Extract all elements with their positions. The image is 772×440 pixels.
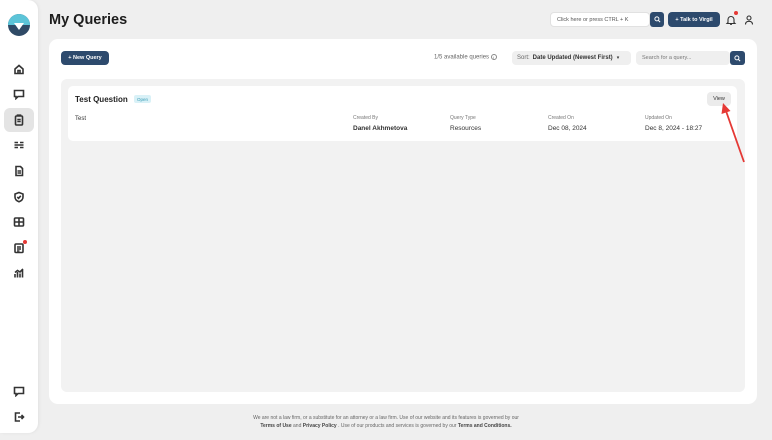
created-by-label: Created By (353, 115, 379, 121)
query-type-value: Resources (450, 125, 482, 132)
search-icon (734, 54, 741, 61)
analytics-icon (14, 268, 24, 278)
home-icon (14, 64, 24, 75)
privacy-policy-link[interactable]: Privacy Policy (303, 423, 337, 429)
notification-dot (23, 240, 27, 244)
query-type-label: Query Type (450, 115, 476, 121)
user-menu-button[interactable] (743, 13, 755, 25)
sort-value: Date Updated (Newest First) (532, 55, 613, 61)
query-card[interactable] (68, 86, 737, 141)
sidebar-item-security[interactable] (4, 185, 34, 209)
shield-icon (14, 191, 24, 203)
available-queries-count: 1/5 available queries i (434, 54, 497, 61)
sidebar-item-reports[interactable] (4, 236, 34, 260)
info-icon[interactable]: i (490, 54, 497, 60)
terms-of-use-link[interactable]: Terms of Use (260, 423, 291, 429)
query-title: Test Question (75, 95, 128, 104)
app-logo[interactable] (8, 14, 30, 36)
talk-to-virgil-button[interactable]: + Talk to Virgil (668, 12, 720, 27)
chevron-down-icon: ▾ (616, 55, 620, 61)
sort-label: Sort: (517, 55, 530, 61)
search-icon (653, 16, 660, 23)
query-search-input[interactable]: Search for a query... (636, 51, 730, 65)
sidebar-item-support-chat[interactable] (4, 379, 34, 403)
clipboard-icon (14, 114, 24, 126)
footer: We are not a law firm, or a substitute f… (0, 414, 772, 430)
footer-text-2: . Use of our products and services is go… (338, 423, 457, 429)
created-on-value: Dec 08, 2024 (548, 125, 587, 132)
grid-icon (13, 217, 25, 227)
bell-icon (725, 15, 737, 25)
updated-on-label: Updated On (645, 115, 672, 121)
global-search-input[interactable]: Click here or press CTRL + K (550, 12, 650, 27)
created-by-value: Danel Akhmetova (353, 125, 408, 132)
notification-dot (734, 11, 738, 15)
list-icon (14, 141, 24, 149)
sidebar-item-queries[interactable] (4, 108, 34, 132)
page-title: My Queries (49, 12, 128, 28)
footer-line-2: Terms of Use and Privacy Policy . Use of… (0, 422, 772, 430)
sidebar-item-chat[interactable] (4, 82, 34, 106)
sidebar (0, 0, 38, 433)
footer-line-1: We are not a law firm, or a substitute f… (253, 415, 519, 421)
user-icon (744, 15, 754, 25)
document-icon (15, 165, 24, 177)
chat-icon (13, 89, 25, 100)
footer-and: and (293, 423, 302, 429)
created-on-label: Created On (548, 115, 574, 121)
sort-dropdown[interactable]: Sort: Date Updated (Newest First) ▾ (512, 51, 631, 65)
sidebar-item-grid[interactable] (4, 210, 34, 234)
status-badge: Open (134, 95, 152, 103)
query-description: Test (75, 116, 87, 122)
sidebar-item-documents[interactable] (4, 159, 34, 183)
sidebar-item-list[interactable] (4, 133, 34, 157)
view-button[interactable]: View (707, 92, 731, 106)
sidebar-item-home[interactable] (4, 57, 34, 81)
available-queries-text: 1/5 available queries (434, 54, 490, 61)
global-search-button[interactable] (650, 12, 664, 27)
chat-bottom-icon (13, 386, 25, 397)
sidebar-item-analytics[interactable] (4, 261, 34, 285)
notifications-button[interactable] (725, 11, 738, 25)
query-search-button[interactable] (730, 51, 745, 65)
terms-conditions-link[interactable]: Terms and Conditions. (458, 423, 512, 429)
new-query-button[interactable]: + New Query (61, 51, 109, 65)
updated-on-value: Dec 8, 2024 - 18:27 (645, 125, 703, 132)
